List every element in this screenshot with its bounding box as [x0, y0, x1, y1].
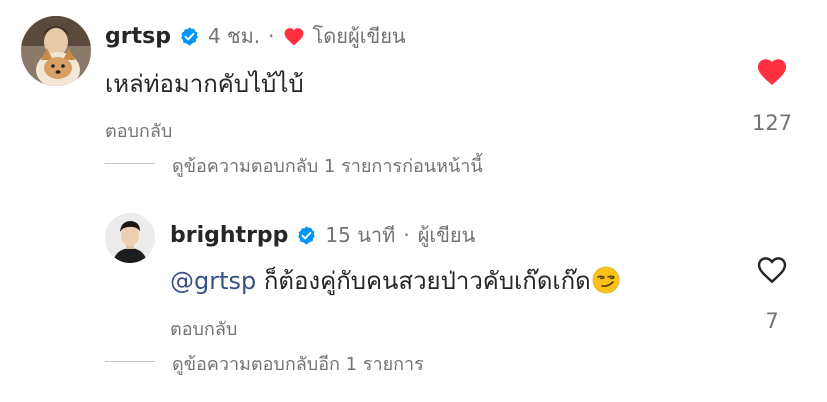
- comment-body: ก็ต้องคู่กับคนสวยป่าวคับเก๊ดเก๊ด: [263, 267, 591, 295]
- comment-time: 15 นาที: [325, 223, 396, 247]
- username[interactable]: brightrpp: [170, 223, 288, 248]
- comment-text: @grtsp ก็ต้องคู่กับคนสวยป่าวคับเก๊ดเก๊ด: [170, 261, 621, 300]
- comment-header: grtsp 4 ชม. · โดยผู้เขียน: [105, 22, 406, 50]
- heart-outline-icon: [757, 257, 787, 284]
- meta-separator: ·: [403, 223, 410, 247]
- avatar-image: [21, 16, 91, 86]
- comment-text: เหล่ท่อมากคับไบ้ไบ้: [105, 70, 304, 98]
- avatar[interactable]: [21, 16, 91, 86]
- reply-button[interactable]: ตอบกลับ: [105, 116, 172, 145]
- meta-separator: ·: [268, 24, 275, 48]
- smirk-emoji-icon: [591, 265, 621, 295]
- view-more-replies-button[interactable]: ดูข้อความตอบกลับอีก 1 รายการ: [172, 349, 424, 378]
- view-previous-replies-button[interactable]: ดูข้อความตอบกลับ 1 รายการก่อนหน้านี้: [172, 151, 483, 180]
- replies-divider: [105, 163, 155, 164]
- heart-filled-icon: [283, 26, 305, 46]
- like-count: 7: [765, 309, 779, 333]
- comment-header: brightrpp 15 นาที · ผู้เขียน: [170, 221, 475, 249]
- avatar[interactable]: [105, 213, 155, 263]
- avatar-image: [105, 213, 155, 263]
- verified-badge-icon: [296, 225, 317, 246]
- author-badge: โดยผู้เขียน: [312, 24, 406, 48]
- like-button[interactable]: [755, 254, 789, 286]
- verified-badge-icon: [179, 26, 200, 47]
- heart-filled-icon: [757, 59, 787, 86]
- comment-time: 4 ชม.: [207, 24, 261, 48]
- like-count: 127: [751, 111, 793, 135]
- mention-link[interactable]: @grtsp: [170, 267, 256, 295]
- author-badge: ผู้เขียน: [417, 223, 476, 247]
- replies-divider: [105, 361, 155, 362]
- reply-button[interactable]: ตอบกลับ: [170, 314, 237, 343]
- username[interactable]: grtsp: [105, 24, 171, 49]
- like-button[interactable]: [755, 56, 789, 88]
